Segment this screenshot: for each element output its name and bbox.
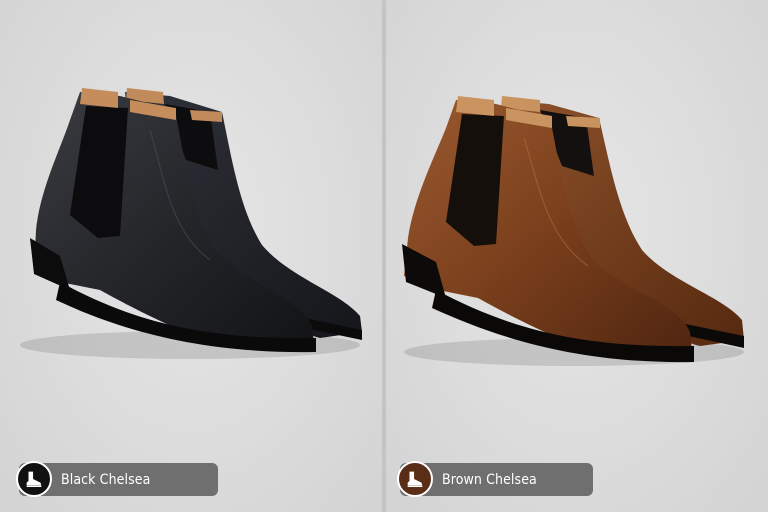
brown-chelsea-badge: Brown Chelsea <box>397 461 593 497</box>
boot-icon <box>16 461 52 497</box>
panel-brown-chelsea: Brown Chelsea <box>384 0 768 512</box>
black-chelsea-boots-image <box>20 88 362 359</box>
comparison-view: Black Chelsea Brown Chelsea <box>0 0 768 512</box>
panel-black-chelsea: Black Chelsea <box>0 0 384 512</box>
panel-divider <box>382 0 386 512</box>
black-chelsea-badge: Black Chelsea <box>16 461 218 497</box>
boot-icon <box>397 461 433 497</box>
brown-chelsea-boots-image <box>402 96 744 366</box>
